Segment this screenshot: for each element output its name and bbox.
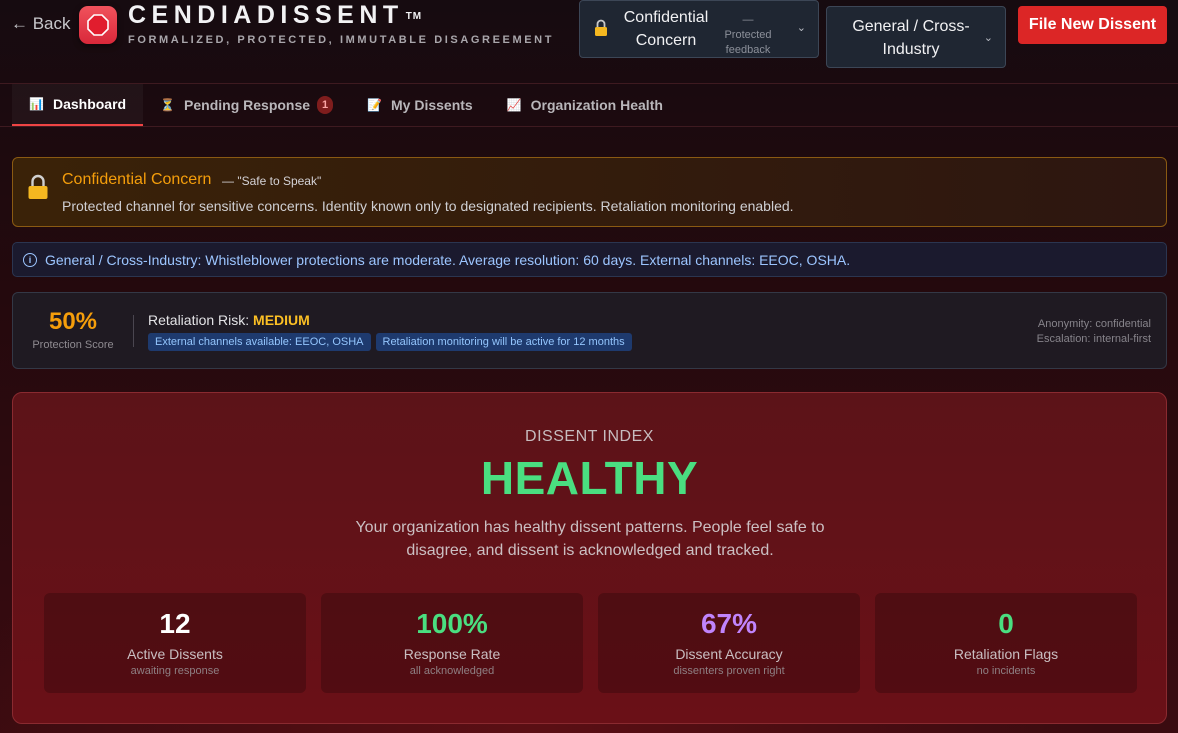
retaliation-risk: Retaliation Risk: MEDIUM: [148, 312, 310, 328]
trend-chart-icon: 📈: [506, 98, 522, 112]
industry-select-value: General / Cross-Industry: [852, 18, 970, 58]
dissent-index-label: DISSENT INDEX: [525, 428, 654, 445]
banner-description: Protected channel for sensitive concerns…: [62, 198, 794, 214]
stat-active-dissents: 12 Active Dissents awaiting response: [44, 593, 306, 693]
brand-name: CENDIADISSENT TM: [128, 1, 423, 29]
tab-my-dissents[interactable]: 📝 My Dissents: [350, 84, 490, 126]
panel-divider: [133, 315, 134, 347]
stat-retaliation-flags: 0 Retaliation Flags no incidents: [875, 593, 1137, 693]
hourglass-icon: ⏳: [160, 98, 176, 112]
monitoring-chip: Retaliation monitoring will be active fo…: [375, 333, 632, 351]
tab-label: Organization Health: [530, 97, 663, 113]
risk-level: MEDIUM: [253, 312, 310, 328]
stat-dissent-accuracy: 67% Dissent Accuracy dissenters proven r…: [598, 593, 860, 693]
stat-sublabel: dissenters proven right: [673, 665, 785, 677]
stat-value: 67%: [700, 608, 758, 639]
dissent-index-card: DISSENT INDEX HEALTHY Your organization …: [12, 392, 1167, 724]
info-icon: i: [23, 252, 37, 267]
stat-value: 0: [998, 608, 1014, 639]
protection-score: 50%: [48, 308, 98, 335]
protection-score-label: Protection Score: [32, 339, 114, 351]
stat-label: Active Dissents: [127, 646, 223, 662]
stat-response-rate: 100% Response Rate all acknowledged: [321, 593, 583, 693]
industry-select[interactable]: General / Cross-Industry ⌄: [826, 6, 1006, 68]
stat-value: 100%: [416, 608, 488, 639]
chevron-down-icon: ⌄: [796, 22, 806, 34]
anonymity-level: Anonymity: confidential: [1037, 318, 1151, 330]
protection-panel: 50% Protection Score Retaliation Risk: M…: [12, 292, 1167, 369]
trademark-mark: TM: [405, 11, 423, 22]
stats-row: 12 Active Dissents awaiting response 100…: [44, 593, 1137, 693]
tab-organization-health[interactable]: 📈 Organization Health: [490, 84, 680, 126]
lock-icon: [594, 19, 608, 42]
chevron-down-icon: ⌄: [983, 32, 993, 44]
stat-sublabel: no incidents: [976, 665, 1036, 677]
stat-sublabel: awaiting response: [130, 665, 220, 677]
banner-tagline: — "Safe to Speak": [222, 174, 322, 188]
banner-title: Confidential Concern: [62, 171, 212, 188]
brand-tagline: FORMALIZED, PROTECTED, IMMUTABLE DISAGRE…: [128, 34, 555, 46]
tab-pending-response[interactable]: ⏳ Pending Response 1: [143, 84, 350, 126]
tab-divider: [0, 126, 1178, 127]
protection-chips: External channels available: EEOC, OSHA …: [148, 333, 632, 351]
stat-label: Response Rate: [403, 646, 501, 662]
pending-count-badge: 1: [317, 96, 334, 114]
file-new-dissent-button[interactable]: File New Dissent: [1018, 6, 1167, 44]
protection-meta: Anonymity: confidential Escalation: inte…: [1037, 317, 1151, 347]
back-link[interactable]: ← Back: [11, 14, 71, 34]
confidential-concern-banner: Confidential Concern — "Safe to Speak" P…: [12, 157, 1167, 227]
dissent-index-description: Your organization has healthy dissent pa…: [355, 519, 825, 559]
bar-chart-icon: 📊: [29, 97, 44, 111]
industry-info-bar: i General / Cross-Industry: Whistleblowe…: [12, 242, 1167, 277]
industry-info-text: General / Cross-Industry: Whistleblower …: [45, 251, 851, 268]
tab-bar: 📊 Dashboard ⏳ Pending Response 1 📝 My Di…: [12, 84, 680, 126]
dissent-index-status: HEALTHY: [480, 452, 699, 504]
memo-icon: 📝: [367, 98, 383, 112]
external-channels-chip: External channels available: EEOC, OSHA: [148, 333, 371, 351]
tab-label: Pending Response: [184, 97, 311, 113]
stat-label: Retaliation Flags: [953, 646, 1059, 662]
mode-select-hint: — Protected feedback: [724, 14, 772, 56]
tab-dashboard[interactable]: 📊 Dashboard: [12, 84, 144, 126]
tab-label: My Dissents: [391, 97, 473, 113]
stop-sign-logo-icon: [79, 6, 117, 44]
stat-value: 12: [159, 608, 191, 639]
lock-icon: [27, 174, 49, 205]
stat-sublabel: all acknowledged: [409, 665, 495, 677]
escalation-path: Escalation: internal-first: [1036, 333, 1151, 345]
mode-select-value: Confidential Concern: [623, 9, 709, 49]
stat-label: Dissent Accuracy: [675, 646, 783, 662]
tab-label: Dashboard: [52, 96, 127, 112]
confidentiality-mode-select[interactable]: Confidential Concern — Protected feedbac…: [579, 0, 819, 58]
